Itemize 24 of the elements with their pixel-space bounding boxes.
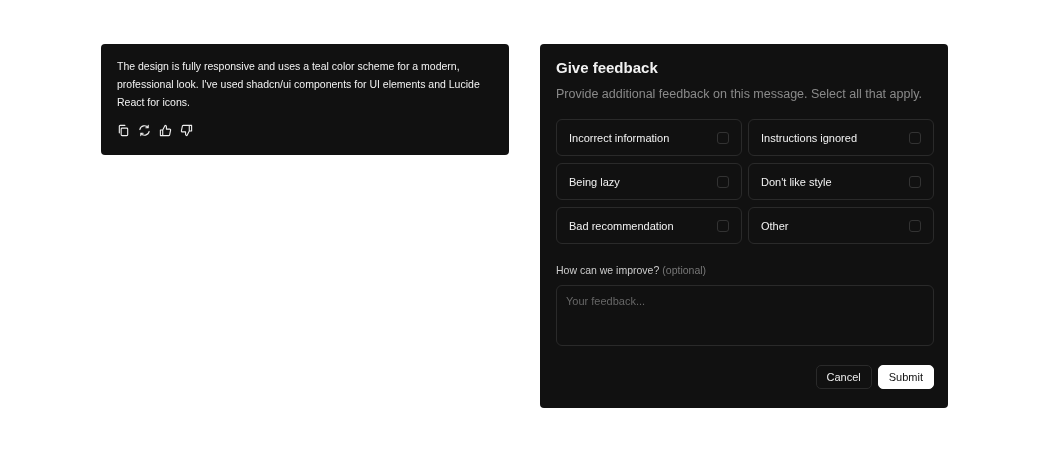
field-label: How can we improve?: [556, 264, 660, 276]
feedback-option[interactable]: Don't like style: [748, 163, 934, 200]
optional-hint: (optional): [662, 264, 707, 276]
thumbs-down-icon[interactable]: [180, 124, 193, 137]
thumbs-up-icon[interactable]: [159, 124, 172, 137]
checkbox[interactable]: [909, 219, 921, 232]
refresh-icon[interactable]: [138, 124, 151, 137]
dialog-description: Provide additional feedback on this message. Select all that apply.: [556, 87, 923, 101]
checkbox[interactable]: [717, 131, 729, 144]
submit-button[interactable]: Submit: [877, 365, 934, 389]
cancel-button[interactable]: Cancel: [815, 365, 872, 389]
copy-icon[interactable]: [117, 124, 130, 137]
feedback-option[interactable]: Incorrect information: [556, 119, 742, 156]
checkbox[interactable]: [717, 219, 729, 232]
feedback-option[interactable]: Instructions ignored: [748, 119, 934, 156]
feedback-field[interactable]: Your feedback...: [556, 285, 934, 346]
dialog-title: Give feedback: [556, 59, 659, 76]
feedback-option[interactable]: Bad recommendation: [556, 207, 742, 244]
message-text: The design is fully responsive and uses a teal color scheme for a modern, professional look. I've used shadcn/ui components for UI elements and Lucide React for icons.: [117, 59, 481, 110]
checkbox[interactable]: [909, 175, 921, 188]
feedback-option[interactable]: Other: [748, 207, 934, 244]
checkbox[interactable]: [717, 175, 729, 188]
checkbox[interactable]: [909, 131, 921, 144]
feedback-option[interactable]: Being lazy: [556, 163, 742, 200]
